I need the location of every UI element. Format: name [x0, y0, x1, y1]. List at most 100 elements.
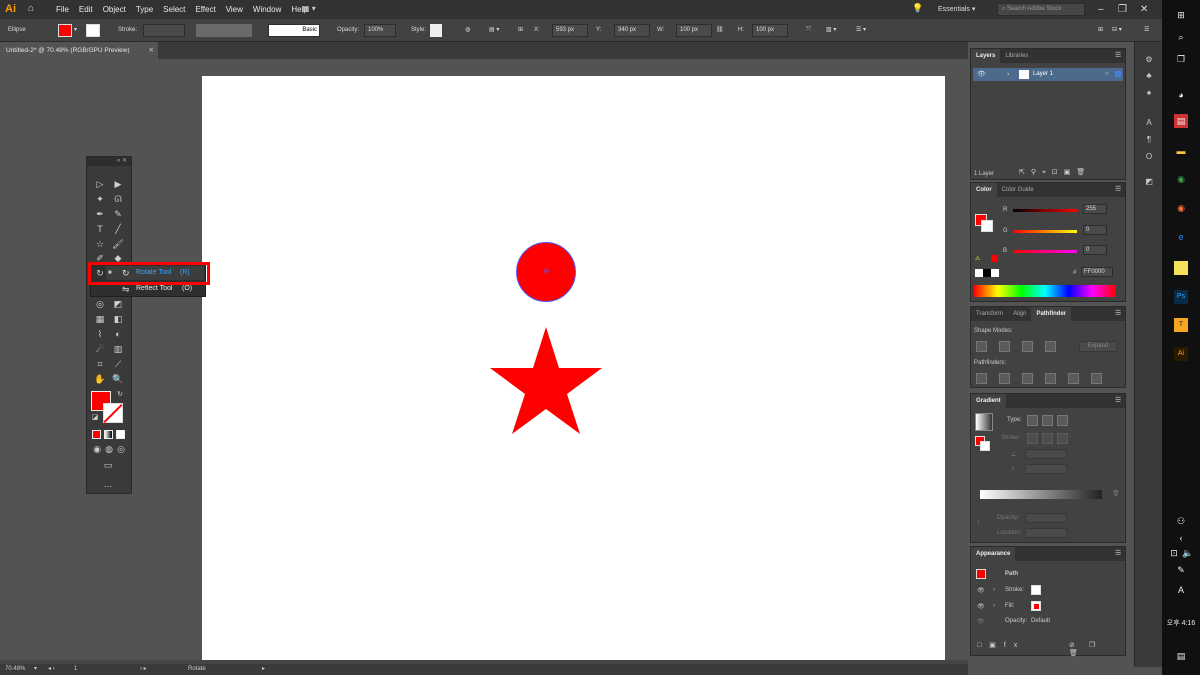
panel-menu-icon[interactable]: ☰: [1144, 19, 1149, 42]
exclude-icon[interactable]: [1045, 341, 1056, 352]
chevron-down-icon[interactable]: ▾: [74, 19, 77, 42]
stroke-option-1-icon[interactable]: [1027, 433, 1038, 444]
gradient-tool-icon[interactable]: ◧: [112, 313, 124, 325]
stroke-row-label[interactable]: Stroke:: [1005, 587, 1024, 593]
stroke-swatch[interactable]: [86, 24, 100, 37]
eyedropper-tool-icon[interactable]: ⌇: [94, 328, 106, 340]
none-black-white-swatches[interactable]: [975, 269, 999, 277]
hex-input[interactable]: FF0000: [1081, 267, 1113, 277]
taskbar-search-icon[interactable]: ⌕: [1174, 30, 1188, 44]
swap-fill-stroke-icon[interactable]: ↻: [114, 389, 126, 401]
menu-file[interactable]: File: [56, 0, 69, 19]
opacity-input[interactable]: 100%: [364, 24, 396, 37]
adobe-stock-search[interactable]: ⌕ Search Adobe Stock: [997, 3, 1085, 16]
illustrator-taskbar-icon[interactable]: Ai: [1174, 347, 1188, 361]
x-input[interactable]: 593 px: [552, 24, 588, 37]
panel-menu-icon[interactable]: ☰: [1115, 550, 1122, 557]
menu-edit[interactable]: Edit: [79, 0, 93, 19]
hand-tool-icon[interactable]: ✋: [94, 373, 106, 385]
g-input[interactable]: 0: [1083, 225, 1107, 235]
shape-builder-tool-icon[interactable]: ◎: [94, 298, 106, 310]
pen-tool-icon[interactable]: ✒: [94, 208, 106, 220]
brush-definition[interactable]: Basic: [268, 24, 320, 37]
minus-front-icon[interactable]: [999, 341, 1010, 352]
menu-type[interactable]: Type: [136, 0, 153, 19]
clear-duplicate-delete-icon[interactable]: ⊘❐🗑: [1069, 641, 1125, 657]
fill-visibility-icon[interactable]: 👁: [977, 603, 985, 610]
toolbox-header[interactable]: « ✕: [87, 157, 131, 166]
edit-toolbar-icon[interactable]: …: [102, 478, 114, 490]
expand-button[interactable]: Expand: [1079, 341, 1117, 352]
character-icon[interactable]: A: [1143, 117, 1155, 129]
zoom-dropdown-icon[interactable]: ▾: [34, 664, 37, 675]
outline-icon[interactable]: [1068, 373, 1079, 384]
panel-menu-icon[interactable]: ☰: [1115, 397, 1122, 404]
tab-gradient[interactable]: Gradient: [971, 394, 1006, 408]
layer-actions-icon[interactable]: ⇱⚲⌖⊡▣🗑: [1019, 168, 1091, 177]
gradient-mode-icon[interactable]: [104, 430, 113, 439]
opacity-row-label[interactable]: Opacity:: [1005, 618, 1027, 624]
delete-stop-icon[interactable]: 🗑: [1112, 490, 1120, 497]
close-tab-icon[interactable]: ✕: [149, 42, 154, 59]
fill-row-label[interactable]: Fill:: [1005, 603, 1014, 609]
crop-icon[interactable]: [1045, 373, 1056, 384]
tab-transform[interactable]: Transform: [971, 307, 1008, 321]
paragraph-icon[interactable]: ¶: [1143, 134, 1155, 146]
tab-color-guide[interactable]: Color Guide: [997, 183, 1039, 197]
star-shape[interactable]: [490, 327, 602, 434]
firefox-icon[interactable]: ◉: [1174, 201, 1188, 215]
r-input[interactable]: 255: [1083, 204, 1107, 214]
variable-width-profile[interactable]: [196, 24, 252, 37]
tab-color[interactable]: Color: [971, 183, 997, 197]
menu-select[interactable]: Select: [163, 0, 185, 19]
gradient-opacity-input[interactable]: [1025, 513, 1067, 523]
color-mode-icon[interactable]: [92, 430, 101, 439]
appearance-actions-icon[interactable]: □▣fx: [977, 641, 1025, 649]
expand-arrow-icon[interactable]: ›: [1007, 68, 1009, 81]
linear-gradient-icon[interactable]: [1027, 415, 1038, 426]
line-tool-icon[interactable]: ╱: [112, 223, 124, 235]
stroke-expand-icon[interactable]: ›: [993, 587, 995, 593]
constrain-proportions-icon[interactable]: ⛓: [716, 19, 724, 42]
lasso-tool-icon[interactable]: ᘏ: [112, 193, 124, 205]
star-tool-icon[interactable]: ☆: [94, 238, 106, 250]
layer-name[interactable]: Layer 1: [1033, 68, 1053, 81]
arrange-documents-icon[interactable]: ▦ ▾: [302, 4, 326, 15]
panel-menu-icon[interactable]: ☰: [1115, 186, 1122, 193]
tab-align[interactable]: Align: [1008, 307, 1031, 321]
gradient-stroke-swatch[interactable]: [980, 441, 990, 451]
menu-object[interactable]: Object: [103, 0, 126, 19]
fill-swatch-frame[interactable]: [1031, 601, 1041, 611]
menu-window[interactable]: Window: [253, 0, 281, 19]
workspace-switcher[interactable]: Essentials ▾: [938, 0, 975, 19]
sticky-notes-icon[interactable]: [1174, 261, 1188, 275]
none-mode-icon[interactable]: [116, 430, 125, 439]
blend-tool-icon[interactable]: ◐: [112, 328, 124, 340]
target-icon[interactable]: ○: [1105, 68, 1109, 81]
graphic-styles-icon[interactable]: ◩: [1143, 176, 1155, 188]
chrome-icon[interactable]: ◉: [1174, 172, 1188, 186]
y-input[interactable]: 340 px: [614, 24, 650, 37]
show-hidden-icons-icon[interactable]: ‹: [1174, 531, 1188, 545]
photoshop-icon[interactable]: Ps: [1174, 290, 1188, 304]
menu-view[interactable]: View: [226, 0, 243, 19]
gradient-location-input[interactable]: [1025, 528, 1067, 538]
file-explorer-icon[interactable]: ▬: [1174, 144, 1188, 158]
color-spectrum[interactable]: [974, 285, 1116, 297]
draw-behind-icon[interactable]: ◍: [103, 443, 115, 455]
eyedropper-icon[interactable]: ⌇: [977, 520, 980, 527]
close-icon[interactable]: ✕: [1140, 0, 1148, 19]
recolor-artwork-icon[interactable]: ◍: [465, 19, 470, 42]
artboard-nav-next-icon[interactable]: › ▸: [140, 664, 147, 675]
symbols-icon[interactable]: ♠: [1143, 87, 1155, 99]
symbol-sprayer-tool-icon[interactable]: ☄: [94, 343, 106, 355]
volume-icon[interactable]: 🔈: [1181, 546, 1195, 560]
angle-input[interactable]: [1025, 449, 1067, 459]
network-icon[interactable]: ⊡: [1167, 546, 1181, 560]
draw-normal-icon[interactable]: ◉: [91, 443, 103, 455]
selection-indicator[interactable]: [1115, 71, 1121, 77]
column-graph-tool-icon[interactable]: ▥: [112, 343, 124, 355]
status-menu-icon[interactable]: ▸: [262, 664, 265, 675]
reference-point-icon[interactable]: ⊞: [518, 19, 523, 42]
opacity-value[interactable]: Default: [1031, 618, 1050, 624]
